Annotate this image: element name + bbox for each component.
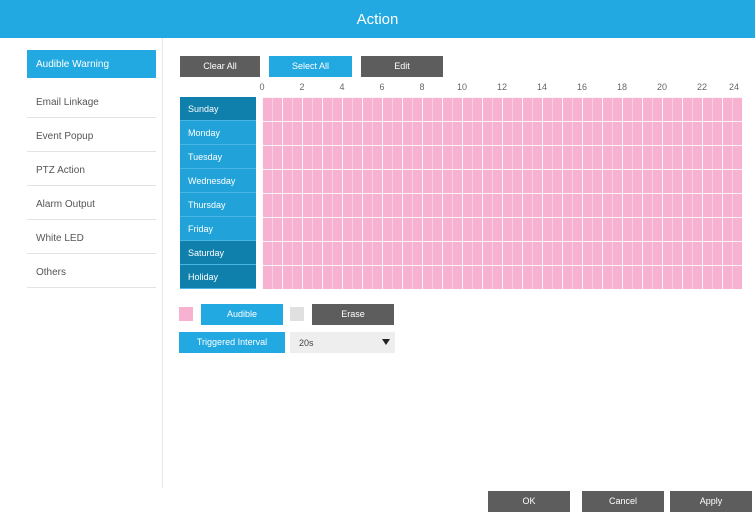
erase-color-swatch	[290, 307, 304, 321]
day-sunday[interactable]: Sunday	[180, 97, 256, 121]
day-saturday[interactable]: Saturday	[180, 241, 256, 265]
hour-label: 22	[696, 82, 708, 92]
audible-button[interactable]: Audible	[201, 304, 283, 325]
triggered-interval-select[interactable]: 20s	[290, 332, 395, 353]
hour-label: 8	[419, 82, 425, 92]
day-tuesday[interactable]: Tuesday	[180, 145, 256, 169]
cancel-button[interactable]: Cancel	[582, 491, 664, 512]
sidebar-item-event-popup[interactable]: Event Popup	[27, 118, 156, 152]
hour-label: 20	[656, 82, 668, 92]
sidebar-item-ptz-action[interactable]: PTZ Action	[27, 152, 156, 186]
chevron-down-icon	[382, 339, 390, 345]
hour-label: 2	[299, 82, 305, 92]
hour-scale: 0 2 4 6 8 10 12 14 16 18 20 22 24	[259, 82, 742, 96]
day-friday[interactable]: Friday	[180, 217, 256, 241]
day-monday[interactable]: Monday	[180, 121, 256, 145]
clear-all-button[interactable]: Clear All	[180, 56, 260, 77]
hour-label: 10	[456, 82, 468, 92]
ok-button[interactable]: OK	[488, 491, 570, 512]
day-wednesday[interactable]: Wednesday	[180, 169, 256, 193]
schedule-grid[interactable]	[262, 97, 742, 289]
sidebar-item-audible-warning[interactable]: Audible Warning	[27, 50, 156, 78]
day-list: Sunday Monday Tuesday Wednesday Thursday…	[180, 97, 256, 289]
hour-label: 12	[496, 82, 508, 92]
hour-label: 16	[576, 82, 588, 92]
sidebar: Audible Warning Email Linkage Event Popu…	[27, 50, 156, 288]
title-bar: Action	[0, 0, 755, 38]
schedule-grid-subdivisions	[262, 97, 742, 289]
vertical-divider	[162, 38, 163, 488]
audible-color-swatch	[179, 307, 193, 321]
sidebar-item-white-led[interactable]: White LED	[27, 220, 156, 254]
sidebar-item-alarm-output[interactable]: Alarm Output	[27, 186, 156, 220]
sidebar-item-email-linkage[interactable]: Email Linkage	[27, 84, 156, 118]
hour-label: 24	[728, 82, 740, 92]
sidebar-item-others[interactable]: Others	[27, 254, 156, 288]
hour-label: 6	[379, 82, 385, 92]
day-holiday[interactable]: Holiday	[180, 265, 256, 289]
day-thursday[interactable]: Thursday	[180, 193, 256, 217]
triggered-interval-value: 20s	[299, 338, 314, 348]
select-all-button[interactable]: Select All	[269, 56, 352, 77]
hour-label: 4	[339, 82, 345, 92]
apply-button[interactable]: Apply	[670, 491, 752, 512]
triggered-interval-label: Triggered Interval	[179, 332, 285, 353]
edit-button[interactable]: Edit	[361, 56, 443, 77]
erase-button[interactable]: Erase	[312, 304, 394, 325]
hour-label: 18	[616, 82, 628, 92]
window-title: Action	[356, 11, 399, 28]
hour-label: 0	[259, 82, 265, 92]
hour-label: 14	[536, 82, 548, 92]
